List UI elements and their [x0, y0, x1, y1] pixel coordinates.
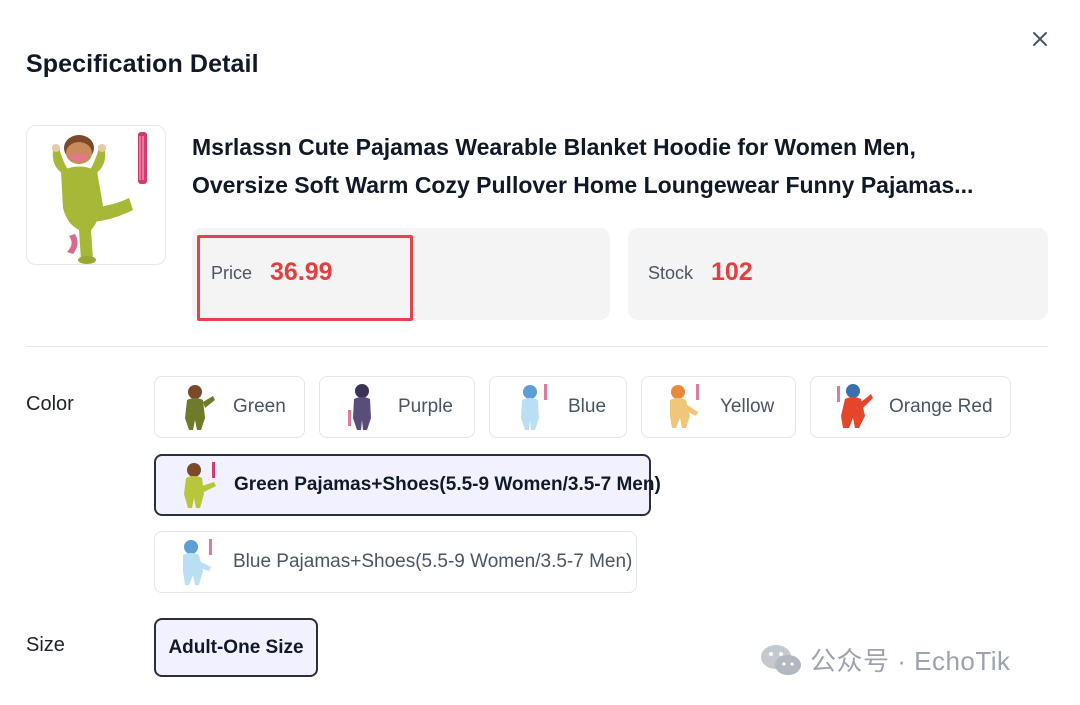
green-pajama-thumbnail — [185, 385, 215, 430]
blue-pajamas-shoes-thumbnail — [183, 539, 212, 585]
color-label: Color — [26, 393, 74, 415]
size-label: Size — [26, 634, 65, 656]
color-option-label: Blue — [568, 396, 607, 417]
color-option-yellow[interactable]: Yellow — [641, 376, 796, 438]
color-option-green-pajamas-shoes[interactable]: Green Pajamas+Shoes(5.5-9 Women/3.5-7 Me… — [154, 454, 661, 516]
product-title: Msrlassn Cute Pajamas Wearable Blanket H… — [192, 128, 1052, 204]
green-pajamas-shoes-thumbnail — [184, 462, 216, 508]
color-option-blue-pajamas-shoes[interactable]: Blue Pajamas+Shoes(5.5-9 Women/3.5-7 Men… — [154, 531, 637, 593]
blue-pajama-thumbnail — [521, 384, 547, 430]
watermark: 公众号 · EchoTik — [760, 641, 1011, 678]
color-option-blue[interactable]: Blue — [489, 376, 627, 438]
stock-value: 102 — [711, 258, 753, 286]
specification-dialog: Specification Detail Msrlassn Cute Pajam… — [0, 0, 1080, 705]
section-divider — [26, 346, 1048, 347]
wechat-icon — [761, 644, 801, 675]
price-highlight-frame — [197, 235, 413, 321]
yellow-pajama-thumbnail — [670, 384, 699, 428]
close-icon[interactable] — [1028, 27, 1052, 51]
product-thumbnail — [26, 125, 166, 265]
dialog-title: Specification Detail — [26, 50, 259, 78]
orange-red-pajama-thumbnail — [837, 384, 873, 428]
size-option-adult-one-size[interactable]: Adult-One Size — [154, 618, 318, 677]
color-option-label: Purple — [398, 396, 453, 417]
color-option-label: Orange Red — [889, 396, 993, 417]
stock-label: Stock — [648, 263, 694, 283]
watermark-text: 公众号 · EchoTik — [810, 646, 1011, 676]
color-option-purple[interactable]: Purple — [319, 376, 475, 438]
purple-pajama-thumbnail — [348, 384, 371, 430]
color-option-green[interactable]: Green — [154, 376, 305, 438]
color-option-label: Green — [233, 396, 286, 417]
color-option-label: Blue Pajamas+Shoes(5.5-9 Women/3.5-7 Men… — [233, 551, 633, 572]
product-title-line2: Oversize Soft Warm Cozy Pullover Home Lo… — [192, 172, 974, 198]
stock-box: Stock 102 — [628, 228, 1048, 320]
color-option-label: Green Pajamas+Shoes(5.5-9 Women/3.5-7 Me… — [234, 474, 661, 495]
product-title-line1: Msrlassn Cute Pajamas Wearable Blanket H… — [192, 134, 916, 160]
color-option-orange-red[interactable]: Orange Red — [810, 376, 1011, 438]
color-option-label: Yellow — [720, 396, 775, 417]
